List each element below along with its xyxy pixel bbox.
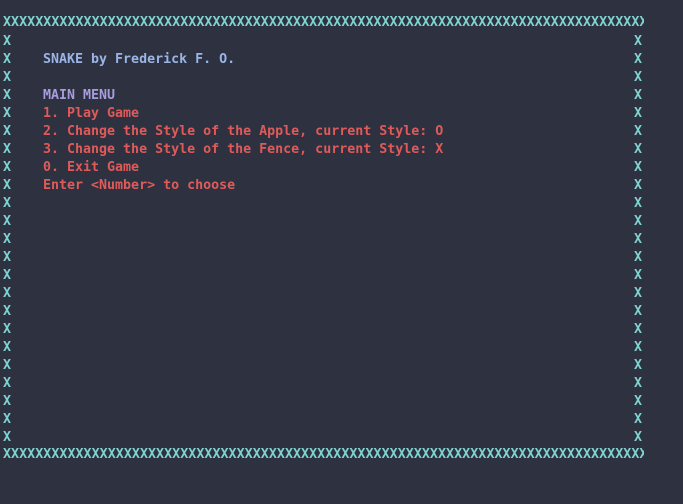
fence-side-char: X xyxy=(3,358,12,373)
fence-side-char: X xyxy=(3,178,12,193)
fence-side-char: X xyxy=(3,160,12,175)
fence-side-char: X xyxy=(3,286,12,301)
menu-item-fence-style: 3. Change the Style of the Fence, curren… xyxy=(43,142,444,157)
fence-side-char: X xyxy=(634,268,643,283)
fence-side-char: X xyxy=(3,250,12,265)
game-title: SNAKE by Frederick F. O. xyxy=(43,52,236,67)
fence-side-char: X xyxy=(634,376,643,391)
fence-side-char: X xyxy=(3,106,12,121)
fence-side-char: X xyxy=(634,52,643,67)
terminal-window: XXXXXXXXXXXXXXXXXXXXXXXXXXXXXXXXXXXXXXXX… xyxy=(0,0,683,504)
fence-side-char: X xyxy=(3,142,12,157)
fence-left-column: XXXXXXXXXXXXXXXXXXXXXXX xyxy=(3,33,15,447)
fence-side-char: X xyxy=(3,394,12,409)
fence-side-char: X xyxy=(3,196,12,211)
fence-side-char: X xyxy=(3,34,12,49)
fence-side-char: X xyxy=(634,34,643,49)
menu-item-play-game: 1. Play Game xyxy=(43,106,140,121)
fence-side-char: X xyxy=(634,394,643,409)
fence-side-char: X xyxy=(634,358,643,373)
fence-side-char: X xyxy=(3,322,12,337)
fence-side-char: X xyxy=(634,322,643,337)
fence-side-char: X xyxy=(3,88,12,103)
fence-side-char: X xyxy=(634,178,643,193)
fence-bottom-row: XXXXXXXXXXXXXXXXXXXXXXXXXXXXXXXXXXXXXXXX… xyxy=(3,447,644,462)
fence-side-char: X xyxy=(634,430,643,445)
input-prompt: Enter <Number> to choose xyxy=(43,178,236,193)
fence-side-char: X xyxy=(634,232,643,247)
fence-side-char: X xyxy=(634,196,643,211)
fence-side-char: X xyxy=(634,142,643,157)
fence-side-char: X xyxy=(634,412,643,427)
fence-side-char: X xyxy=(634,106,643,121)
fence-side-char: X xyxy=(634,304,643,319)
fence-side-char: X xyxy=(634,286,643,301)
fence-side-char: X xyxy=(3,52,12,67)
fence-side-char: X xyxy=(3,304,12,319)
main-menu-header: MAIN MENU xyxy=(43,88,116,103)
fence-right-column: XXXXXXXXXXXXXXXXXXXXXXX xyxy=(634,33,646,447)
fence-side-char: X xyxy=(3,340,12,355)
fence-side-char: X xyxy=(634,250,643,265)
fence-top-row: XXXXXXXXXXXXXXXXXXXXXXXXXXXXXXXXXXXXXXXX… xyxy=(3,15,644,30)
fence-side-char: X xyxy=(3,376,12,391)
fence-side-char: X xyxy=(3,268,12,283)
fence-side-char: X xyxy=(634,124,643,139)
fence-side-char: X xyxy=(3,124,12,139)
fence-side-char: X xyxy=(3,430,12,445)
fence-side-char: X xyxy=(634,340,643,355)
menu-item-exit-game: 0. Exit Game xyxy=(43,160,140,175)
menu-item-apple-style: 2. Change the Style of the Apple, curren… xyxy=(43,124,444,139)
fence-side-char: X xyxy=(634,70,643,85)
fence-side-char: X xyxy=(634,214,643,229)
fence-side-char: X xyxy=(3,232,12,247)
fence-side-char: X xyxy=(634,160,643,175)
fence-side-char: X xyxy=(3,214,12,229)
fence-side-char: X xyxy=(634,88,643,103)
fence-side-char: X xyxy=(3,412,12,427)
fence-side-char: X xyxy=(3,70,12,85)
